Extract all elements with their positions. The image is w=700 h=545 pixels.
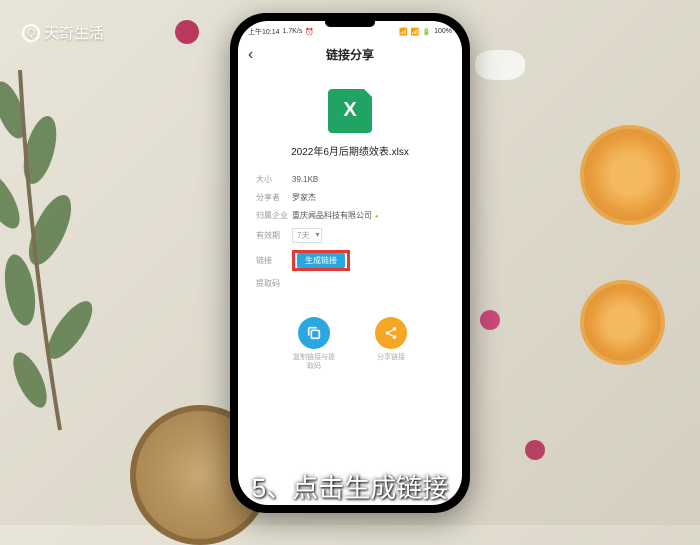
- meta-expire: 有效期 7天: [256, 228, 444, 243]
- action-row: 复制链接与提 取码 分享链接: [256, 317, 444, 371]
- link-label: 链接: [256, 255, 292, 266]
- share-label: 分享链接: [377, 353, 405, 362]
- file-type-icon: X: [328, 89, 372, 133]
- size-value: 39.1KB: [292, 175, 318, 184]
- bg-flower-3: [475, 50, 525, 80]
- nav-bar: ‹ 链接分享: [238, 41, 462, 69]
- size-label: 大小: [256, 174, 292, 185]
- meta-link: 链接 生成链接: [256, 250, 444, 271]
- org-label: 归属企业: [256, 210, 292, 221]
- excel-icon-letter: X: [343, 99, 356, 122]
- bg-flower-2: [525, 440, 545, 460]
- signal-icon: 📶: [399, 28, 408, 36]
- phone-frame: 上午10:14 1.7K/s ⏰ 📶 📶 🔋 100% ‹ 链接分享 X 202…: [230, 13, 470, 513]
- share-icon: [375, 317, 407, 349]
- highlight-box: 生成链接: [292, 250, 350, 271]
- phone-screen: 上午10:14 1.7K/s ⏰ 📶 📶 🔋 100% ‹ 链接分享 X 202…: [238, 21, 462, 505]
- file-name: 2022年6月后期绩效表.xlsx: [256, 143, 444, 158]
- step-caption: 5、点击生成链接: [252, 468, 448, 505]
- back-icon[interactable]: ‹: [248, 46, 253, 64]
- meta-sharer: 分享者 罗家杰: [256, 192, 444, 203]
- sharer-label: 分享者: [256, 192, 292, 203]
- bg-flower-1: [480, 310, 500, 330]
- page-title: 链接分享: [326, 46, 374, 63]
- meta-extract: 提取码: [256, 278, 444, 289]
- share-link-action[interactable]: 分享链接: [375, 317, 407, 371]
- copy-link-action[interactable]: 复制链接与提 取码: [293, 317, 335, 371]
- status-time: 上午10:14: [248, 27, 280, 37]
- battery-icon: 🔋: [422, 28, 431, 36]
- meta-size: 大小 39.1KB: [256, 174, 444, 185]
- watermark: Q 天奇生活: [22, 22, 104, 43]
- copy-icon: [298, 317, 330, 349]
- watermark-text: 天奇生活: [44, 22, 104, 43]
- expire-label: 有效期: [256, 230, 292, 241]
- generate-link-button[interactable]: 生成链接: [297, 253, 345, 268]
- content-area: X 2022年6月后期绩效表.xlsx 大小 39.1KB 分享者 罗家杰 归属…: [238, 69, 462, 371]
- copy-label: 复制链接与提 取码: [293, 353, 335, 371]
- alarm-icon: ⏰: [305, 28, 314, 36]
- expire-dropdown[interactable]: 7天: [292, 228, 322, 243]
- bg-flower-4: [175, 20, 199, 44]
- meta-org: 归属企业 重庆闻品科技有限公司: [256, 210, 444, 221]
- status-battery: 100%: [434, 28, 452, 35]
- bg-orange-1: [580, 125, 680, 225]
- bg-leaves: [0, 50, 170, 450]
- bg-orange-2: [580, 280, 665, 365]
- wifi-icon: 📶: [411, 28, 420, 36]
- status-speed: 1.7K/s: [283, 28, 303, 35]
- sharer-value: 罗家杰: [292, 192, 316, 203]
- org-value: 重庆闻品科技有限公司: [292, 210, 379, 221]
- phone-notch: [325, 17, 375, 27]
- extract-label: 提取码: [256, 278, 292, 289]
- watermark-icon: Q: [22, 24, 40, 42]
